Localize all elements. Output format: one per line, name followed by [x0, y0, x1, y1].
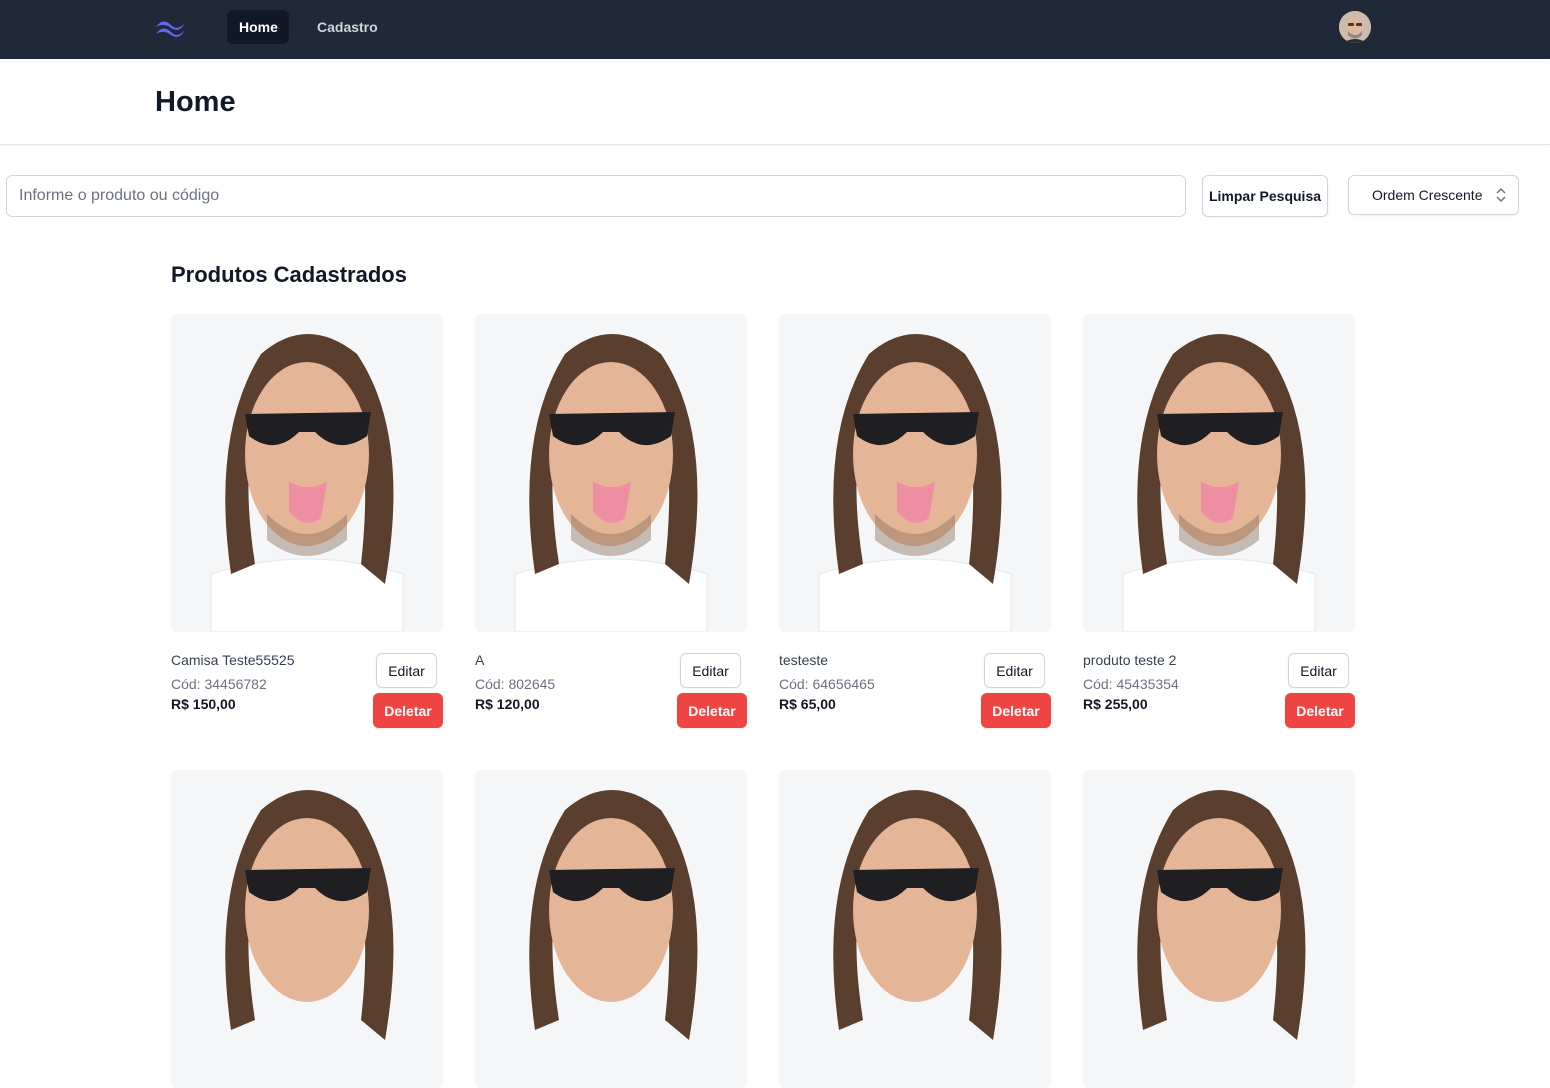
- product-card: Camisa Teste55525 Cód: 34456782 R$ 150,0…: [171, 314, 443, 732]
- product-code: Cód: 64656465: [779, 676, 875, 692]
- delete-button[interactable]: Deletar: [677, 693, 747, 728]
- product-card: [779, 770, 1051, 1088]
- edit-button[interactable]: Editar: [376, 653, 437, 688]
- product-image[interactable]: [171, 770, 443, 1088]
- product-card: [171, 770, 443, 1088]
- product-name: Camisa Teste55525: [171, 652, 295, 668]
- product-price: R$ 65,00: [779, 696, 836, 712]
- product-image[interactable]: [475, 314, 747, 632]
- page-header: Home: [0, 59, 1550, 145]
- page-title: Home: [155, 86, 236, 118]
- product-price: R$ 120,00: [475, 696, 540, 712]
- product-image[interactable]: [779, 314, 1051, 632]
- product-name: A: [475, 652, 485, 668]
- product-code: Cód: 45435354: [1083, 676, 1179, 692]
- tailwind-logo-icon[interactable]: [153, 16, 189, 40]
- product-card: A Cód: 802645 R$ 120,00 Editar Deletar: [475, 314, 747, 732]
- product-image[interactable]: [475, 770, 747, 1088]
- product-image[interactable]: [779, 770, 1051, 1088]
- product-code: Cód: 802645: [475, 676, 556, 692]
- product-price: R$ 150,00: [171, 696, 236, 712]
- product-info: testeste Cód: 64656465 R$ 65,00 Editar D…: [779, 632, 1051, 732]
- user-avatar[interactable]: [1339, 11, 1371, 43]
- delete-button[interactable]: Deletar: [981, 693, 1051, 728]
- navbar: Home Cadastro: [0, 0, 1550, 59]
- product-name: produto teste 2: [1083, 652, 1177, 668]
- product-card: [1083, 770, 1355, 1088]
- product-code: Cód: 34456782: [171, 676, 267, 692]
- product-name: testeste: [779, 652, 829, 668]
- chevron-up-down-icon: [1496, 187, 1506, 203]
- delete-button[interactable]: Deletar: [1285, 693, 1355, 728]
- product-info: Camisa Teste55525 Cód: 34456782 R$ 150,0…: [171, 632, 443, 732]
- product-image[interactable]: [171, 314, 443, 632]
- product-image[interactable]: [1083, 314, 1355, 632]
- nav-link-cadastro[interactable]: Cadastro: [305, 10, 390, 44]
- edit-button[interactable]: Editar: [1288, 653, 1349, 688]
- edit-button[interactable]: Editar: [984, 653, 1045, 688]
- product-info: produto teste 2 Cód: 45435354 R$ 255,00 …: [1083, 632, 1355, 732]
- edit-button[interactable]: Editar: [680, 653, 741, 688]
- order-select[interactable]: Ordem Crescente: [1348, 175, 1519, 215]
- product-card: testeste Cód: 64656465 R$ 65,00 Editar D…: [779, 314, 1051, 732]
- product-card: [475, 770, 747, 1088]
- product-info: A Cód: 802645 R$ 120,00 Editar Deletar: [475, 632, 747, 732]
- section-title: Produtos Cadastrados: [171, 262, 407, 287]
- search-input[interactable]: [6, 175, 1186, 217]
- product-card: produto teste 2 Cód: 45435354 R$ 255,00 …: [1083, 314, 1355, 732]
- delete-button[interactable]: Deletar: [373, 693, 443, 728]
- clear-search-button[interactable]: Limpar Pesquisa: [1202, 175, 1328, 217]
- product-image[interactable]: [1083, 770, 1355, 1088]
- nav-link-home[interactable]: Home: [227, 10, 289, 44]
- order-select-value: Ordem Crescente: [1372, 187, 1483, 203]
- product-price: R$ 255,00: [1083, 696, 1148, 712]
